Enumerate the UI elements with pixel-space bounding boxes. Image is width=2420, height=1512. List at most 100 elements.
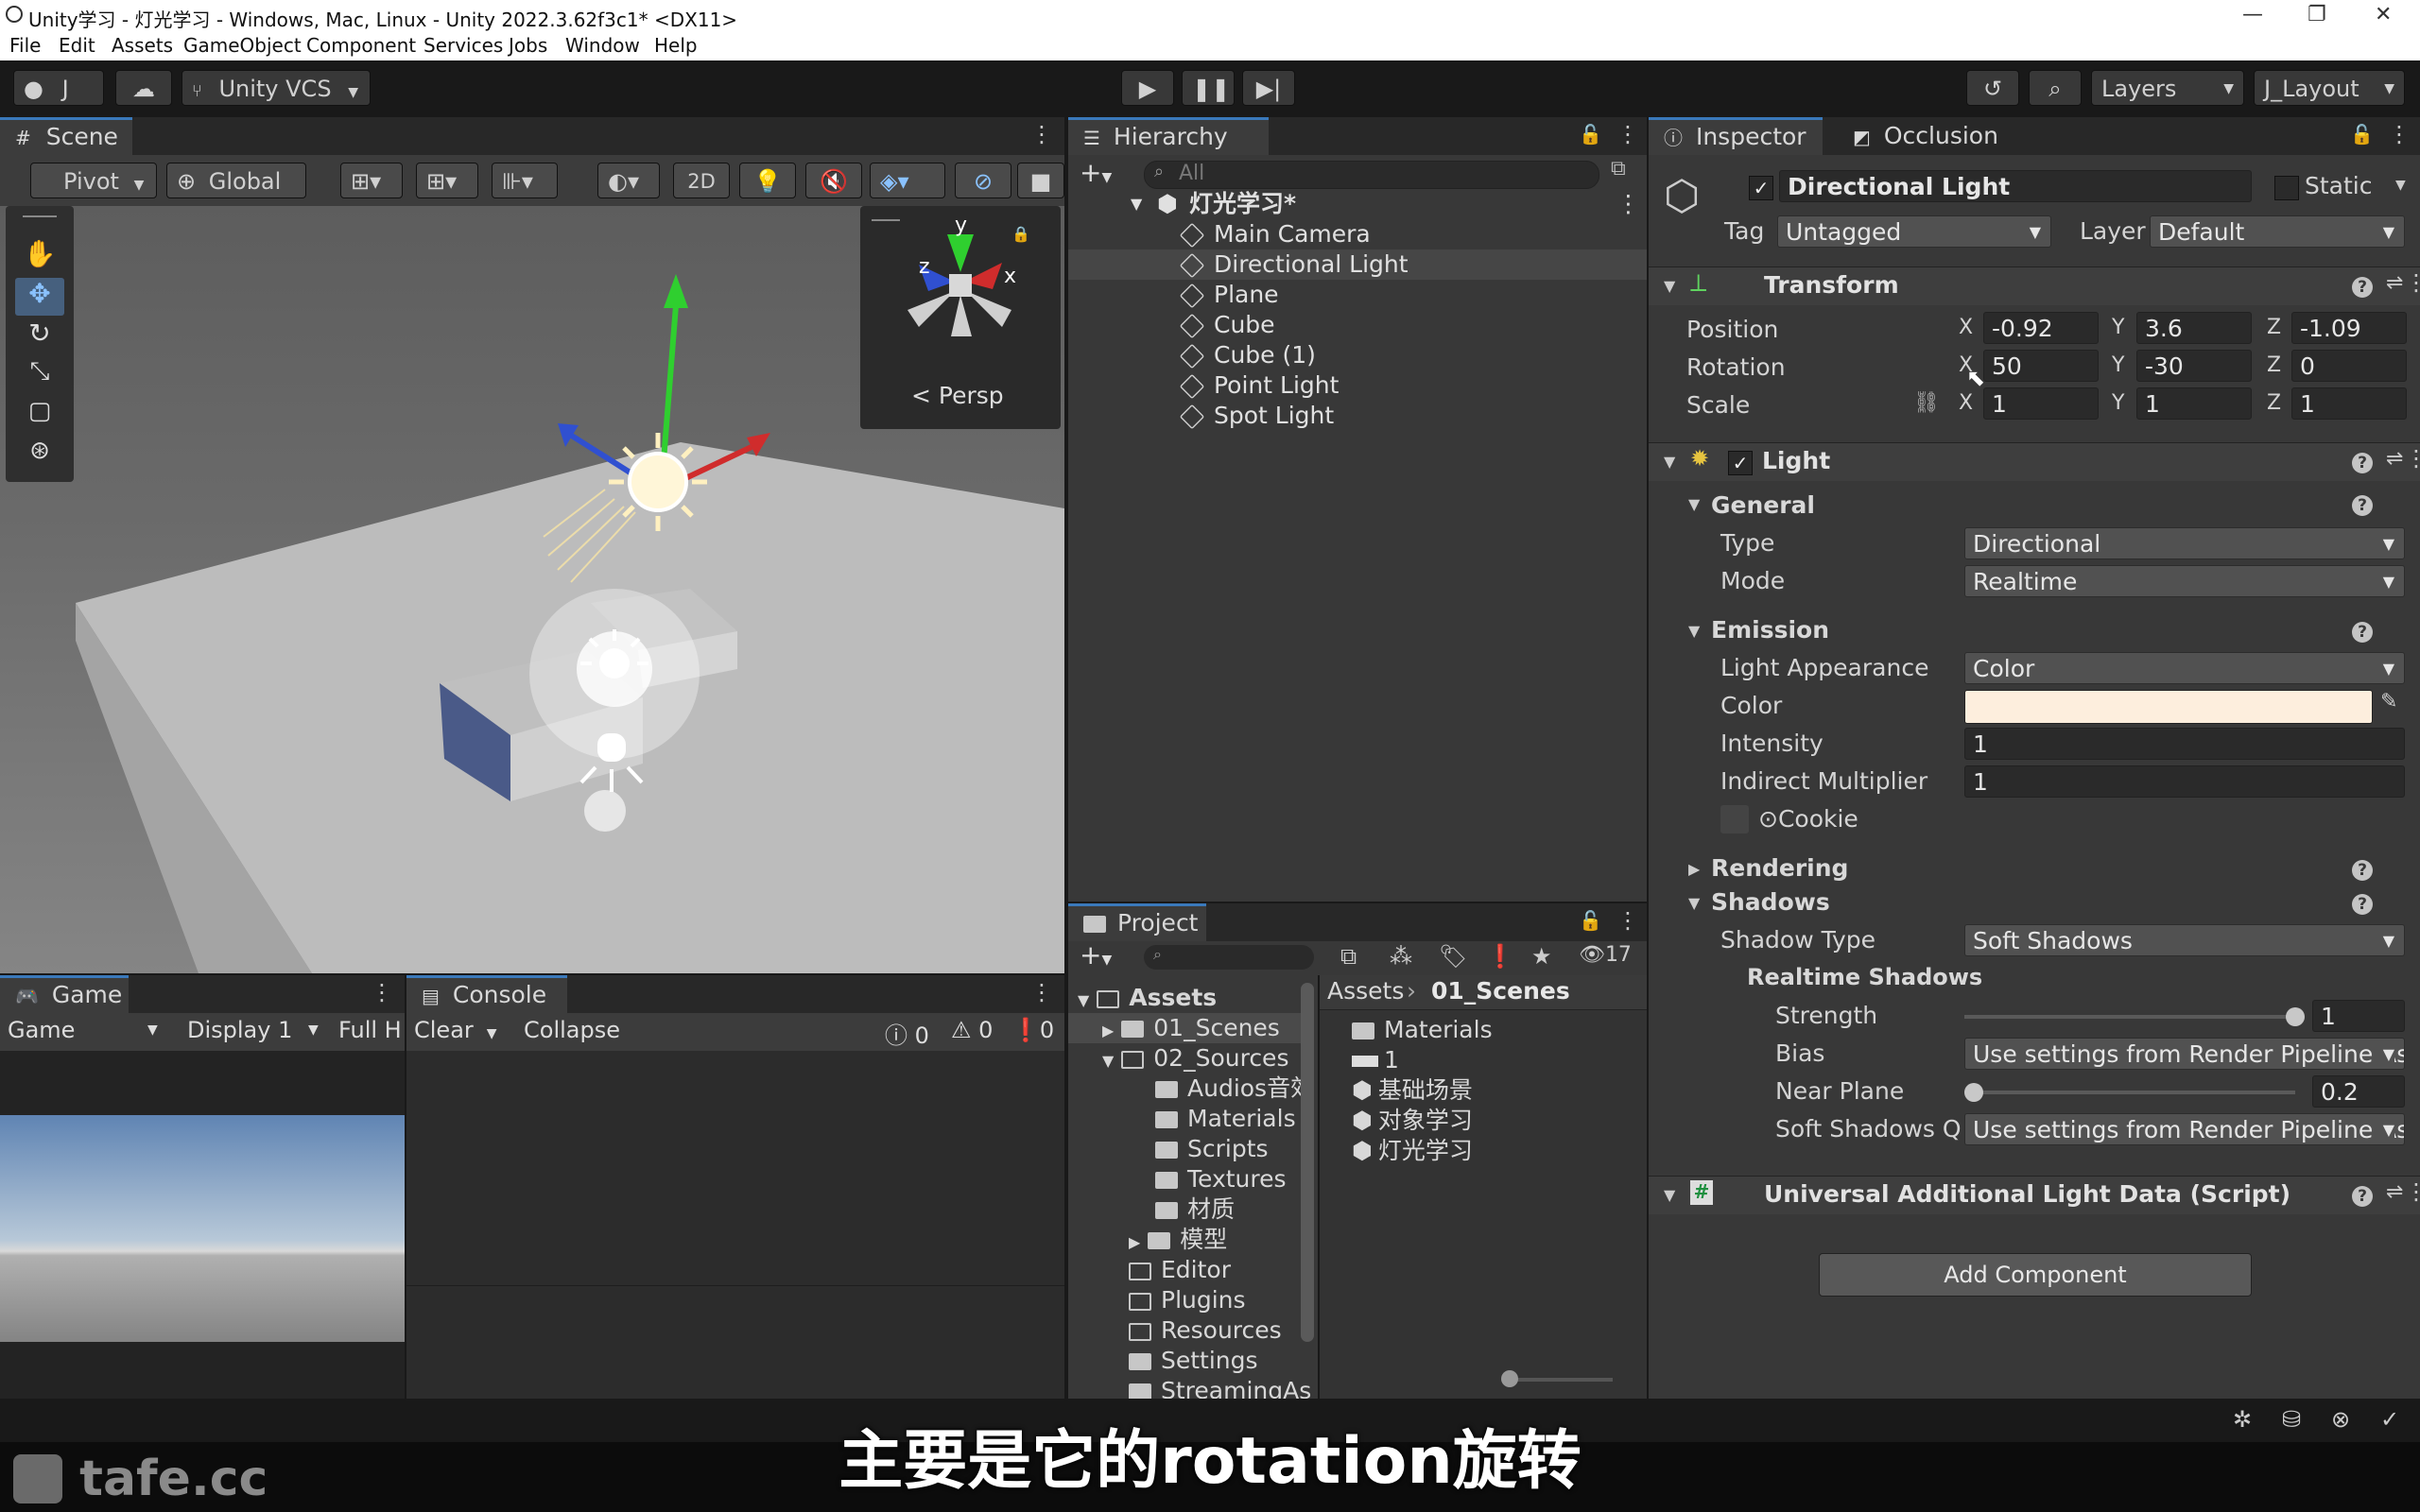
urp-light-data-header[interactable]: ▼ # Universal Additional Light Data (Scr… (1649, 1176, 2420, 1214)
soft-shadows-quality-dropdown[interactable]: Use settings from Render Pipeline Asset ▼ (1964, 1113, 2405, 1145)
pause-button[interactable]: ❚❚ (1182, 70, 1235, 106)
static-checkbox[interactable] (2274, 176, 2299, 200)
tree-item-materials[interactable]: Materials (1155, 1104, 1296, 1134)
menu-help[interactable]: Help (654, 34, 698, 57)
scene-item-menu-icon[interactable]: ⋮ (1616, 189, 1640, 219)
tree-item-assets[interactable]: ▼ Assets (1078, 983, 1217, 1013)
transform-tool-button[interactable]: ⊛ (15, 437, 64, 474)
tree-item-textures[interactable]: Textures (1155, 1164, 1287, 1194)
log-count-toggle[interactable]: ⓘ 0 (885, 1017, 929, 1050)
error-count-toggle[interactable]: ❗0 (1011, 1017, 1054, 1043)
menu-component[interactable]: Component (306, 34, 416, 57)
mode-dropdown[interactable]: Realtime ▼ (1964, 565, 2405, 597)
component-menu-icon[interactable]: ⋮ (2405, 1178, 2420, 1205)
play-button[interactable]: ▶ (1121, 70, 1174, 106)
increment-snap-button[interactable]: ⊪▾ (492, 163, 558, 198)
hierarchy-add-button[interactable]: +▼ (1080, 157, 1112, 188)
scale-x-input[interactable]: 1 (1983, 387, 2099, 420)
hierarchy-item-point-light[interactable]: Point Light (1179, 370, 1339, 401)
maximize-button[interactable]: ❐ (2308, 3, 2326, 26)
scale-tool-button[interactable]: ⤡ (15, 357, 64, 395)
minimize-button[interactable]: — (2242, 3, 2263, 26)
tree-item-scripts[interactable]: Scripts (1155, 1134, 1269, 1164)
scale-link-icon[interactable]: ⛓ (1913, 391, 1940, 415)
emission-section-label[interactable]: Emission (1711, 616, 1829, 644)
type-dropdown[interactable]: Directional ▼ (1964, 527, 2405, 559)
light-enabled-checkbox[interactable]: ✓ (1728, 451, 1753, 475)
layer-dropdown[interactable]: Default ▼ (2150, 215, 2405, 248)
tree-item-editor[interactable]: Editor (1129, 1255, 1231, 1285)
menu-assets[interactable]: Assets (112, 34, 173, 57)
tab-scene[interactable]: # Scene (0, 117, 132, 155)
icon-size-slider-thumb[interactable] (1501, 1370, 1518, 1387)
help-icon[interactable]: ? (2352, 1186, 2373, 1207)
file-item-scene-basic[interactable]: ⬢ 基础场景 (1352, 1075, 1473, 1106)
help-icon[interactable]: ? (2352, 894, 2373, 915)
near-plane-input[interactable]: 0.2 (2312, 1075, 2405, 1108)
camera-button[interactable]: ■ (1017, 163, 1064, 198)
favorites-icon[interactable]: ★ (1531, 943, 1552, 970)
tag-dropdown[interactable]: Untagged ▼ (1777, 215, 2051, 248)
presets-icon[interactable]: ⇌ (2386, 271, 2403, 295)
position-y-input[interactable]: 3.6 (2136, 312, 2252, 344)
eyedropper-icon[interactable]: ✎ (2380, 690, 2397, 713)
tab-game[interactable]: 🎮 Game (0, 975, 129, 1013)
x-axis-arrow[interactable] (747, 433, 770, 456)
collapse-button[interactable]: Collapse (524, 1017, 620, 1043)
tools-drag-handle[interactable] (23, 215, 57, 217)
breadcrumb-assets[interactable]: Assets (1327, 977, 1404, 1005)
light-appearance-dropdown[interactable]: Color ▼ (1964, 652, 2405, 684)
project-search[interactable]: ⌕ (1144, 945, 1314, 970)
rotation-z-input[interactable]: 0 (2291, 350, 2407, 382)
tab-occlusion[interactable]: ◩ Occlusion (1838, 117, 2027, 155)
bias-dropdown[interactable]: Use settings from Render Pipeline Asset ▼ (1964, 1038, 2405, 1070)
filter-by-label-icon[interactable]: 🏷 (1439, 943, 1467, 970)
position-z-input[interactable]: -1.09 (2291, 312, 2407, 344)
hierarchy-item-spot-light[interactable]: Spot Light (1179, 401, 1334, 431)
help-icon[interactable]: ? (2352, 277, 2373, 298)
hierarchy-focus-icon[interactable]: ⧉ (1611, 157, 1626, 180)
transform-header[interactable]: ▼ ⟂ Transform ? ⇌ ⋮ (1649, 266, 2420, 305)
help-icon[interactable]: ? (2352, 453, 2373, 473)
pivot-dropdown[interactable]: Pivot ▼ (30, 163, 157, 198)
layout-dropdown[interactable]: J_Layout ▼ (2254, 70, 2405, 106)
component-menu-icon[interactable]: ⋮ (2405, 445, 2420, 472)
tab-project[interactable]: Project (1068, 903, 1206, 941)
project-menu-icon[interactable]: ⋮ (1616, 907, 1639, 934)
orientation-gizmo[interactable]: 🔒 y x z < Persp (860, 206, 1061, 429)
rendering-section-label[interactable]: Rendering (1711, 854, 1848, 882)
cloud-button[interactable]: ☁ (115, 70, 172, 106)
help-icon[interactable]: ? (2352, 860, 2373, 881)
rotation-x-input[interactable]: 50 (1983, 350, 2099, 382)
tab-hierarchy[interactable]: ☰ Hierarchy (1068, 117, 1269, 155)
visibility-toggle-button[interactable]: ⊘ (955, 163, 1011, 198)
axis-x-label[interactable]: X (1959, 316, 1973, 339)
scale-z-input[interactable]: 1 (2291, 387, 2407, 420)
game-view[interactable] (0, 1051, 405, 1399)
effects-button[interactable]: ◈▾ (870, 163, 945, 198)
cookie-slot[interactable] (1720, 805, 1749, 833)
presets-icon[interactable]: ⇌ (2386, 447, 2403, 471)
axis-z-label[interactable]: Z (2267, 391, 2281, 415)
indirect-multiplier-input[interactable]: 1 (1964, 765, 2405, 798)
clear-button[interactable]: Clear ▼ (414, 1017, 497, 1043)
cookie-label[interactable]: ⊙Cookie (1758, 805, 1858, 833)
filter-by-type-icon[interactable]: ⁂ (1390, 943, 1412, 970)
scene-menu-icon[interactable]: ⋮ (1030, 121, 1053, 147)
console-log-area[interactable] (406, 1051, 1064, 1399)
project-add-button[interactable]: +▼ (1080, 939, 1112, 971)
strength-slider-track[interactable] (1964, 1007, 2305, 1026)
sun-icon[interactable] (628, 452, 688, 512)
menu-window[interactable]: Window (565, 34, 640, 57)
color-swatch[interactable] (1964, 690, 2373, 724)
scene-root-item[interactable]: ▼ ⬢ 灯光学习* ⋮ (1068, 189, 1647, 219)
shading-mode-button[interactable]: ◐▾ (597, 163, 660, 198)
tree-item-settings[interactable]: Settings (1129, 1346, 1258, 1376)
shadow-type-dropdown[interactable]: Soft Shadows ▼ (1964, 924, 2405, 956)
axis-y-label[interactable]: Y (2112, 316, 2124, 339)
search-by-type-icon[interactable]: ⧉ (1340, 943, 1357, 970)
vcs-dropdown[interactable]: ⑂ Unity VCS ▼ (182, 70, 371, 106)
component-menu-icon[interactable]: ⋮ (2405, 269, 2420, 296)
menu-edit[interactable]: Edit (59, 34, 95, 57)
tab-inspector[interactable]: ⓘ Inspector (1649, 117, 1823, 155)
